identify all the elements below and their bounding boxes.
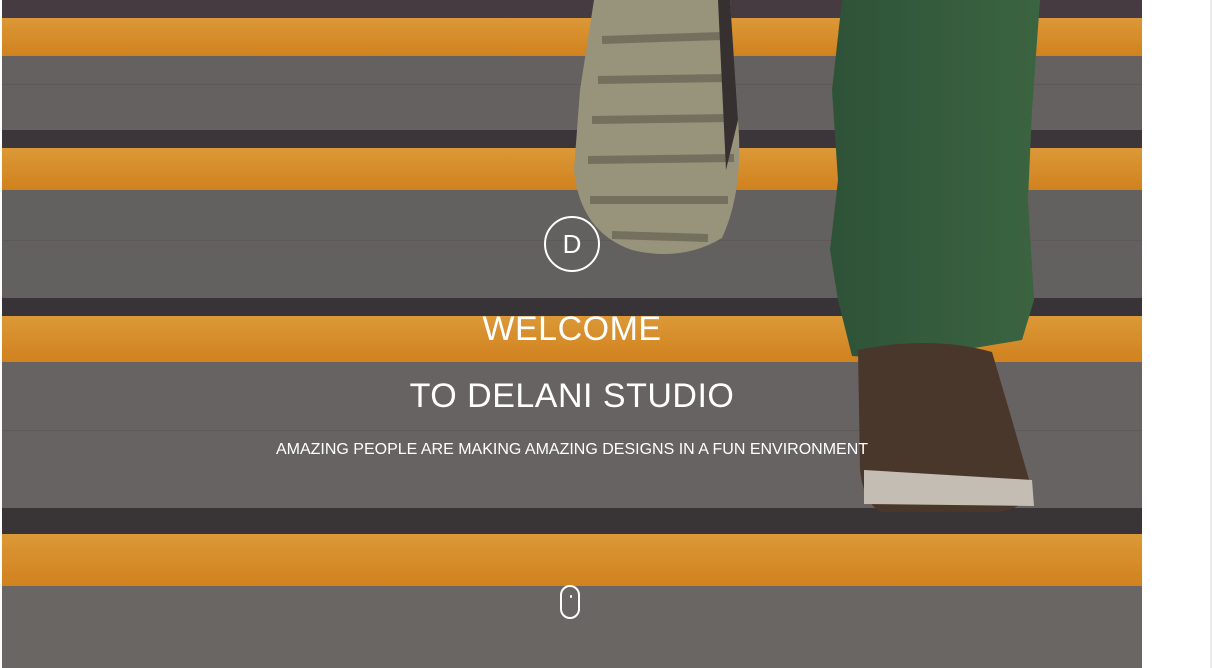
hero-heading-welcome: WELCOME bbox=[482, 310, 662, 348]
hero-tagline: AMAZING PEOPLE ARE MAKING AMAZING DESIGN… bbox=[275, 441, 869, 458]
logo-badge: D bbox=[544, 216, 600, 272]
scroll-wheel-dot bbox=[570, 595, 572, 598]
hero-section: D WELCOME TO DELANI STUDIO AMAZING PEOPL… bbox=[2, 0, 1142, 668]
hero-heading-studio: TO DELANI STUDIO bbox=[409, 377, 735, 415]
mouse-scroll-icon[interactable] bbox=[560, 585, 580, 619]
